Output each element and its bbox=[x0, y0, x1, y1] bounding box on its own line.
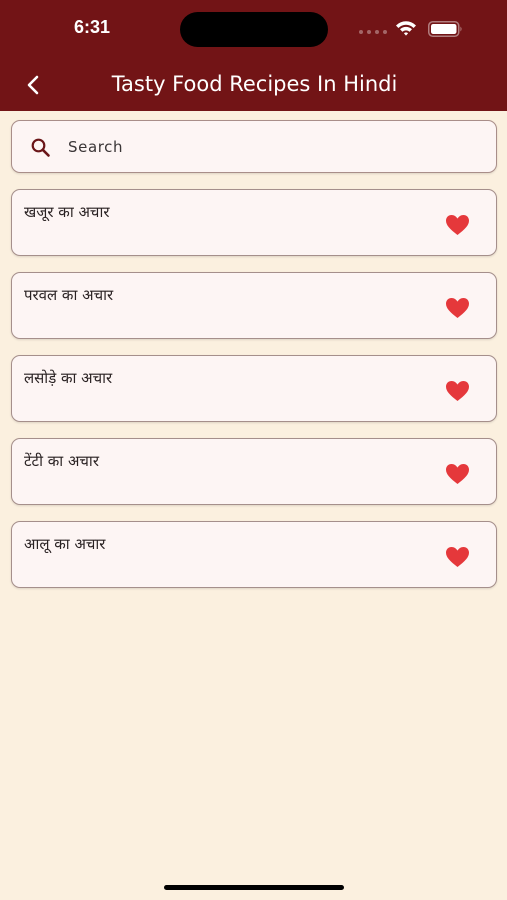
home-indicator[interactable] bbox=[164, 885, 344, 890]
wifi-icon bbox=[396, 21, 416, 36]
recipe-card-5[interactable]: आलू का अचार bbox=[11, 521, 497, 588]
search-input[interactable]: Search bbox=[11, 120, 497, 173]
heart-icon[interactable] bbox=[445, 546, 470, 568]
search-placeholder: Search bbox=[68, 138, 124, 156]
heart-icon[interactable] bbox=[445, 380, 470, 402]
recipe-card-2[interactable]: परवल का अचार bbox=[11, 272, 497, 339]
recipe-card-4[interactable]: टेंटी का अचार bbox=[11, 438, 497, 505]
battery-icon bbox=[428, 21, 462, 37]
recipe-title: आलू का अचार bbox=[24, 535, 106, 553]
recipe-title: खजूर का अचार bbox=[24, 203, 110, 221]
heart-icon[interactable] bbox=[445, 463, 470, 485]
recipe-title: टेंटी का अचार bbox=[24, 452, 99, 470]
app-header: 6:31 Tasty Food Recipes In Hindi bbox=[0, 0, 507, 111]
heart-icon[interactable] bbox=[445, 214, 470, 236]
cellular-signal-icon bbox=[359, 30, 387, 36]
status-time: 6:31 bbox=[74, 17, 111, 37]
heart-icon[interactable] bbox=[445, 297, 470, 319]
page-title: Tasty Food Recipes In Hindi bbox=[111, 72, 398, 96]
dynamic-island bbox=[180, 12, 328, 47]
search-icon bbox=[31, 138, 50, 157]
recipe-title: परवल का अचार bbox=[24, 286, 114, 304]
recipe-title: लसोड़े का अचार bbox=[24, 369, 113, 387]
recipe-card-1[interactable]: खजूर का अचार bbox=[11, 189, 497, 256]
recipe-card-3[interactable]: लसोड़े का अचार bbox=[11, 355, 497, 422]
